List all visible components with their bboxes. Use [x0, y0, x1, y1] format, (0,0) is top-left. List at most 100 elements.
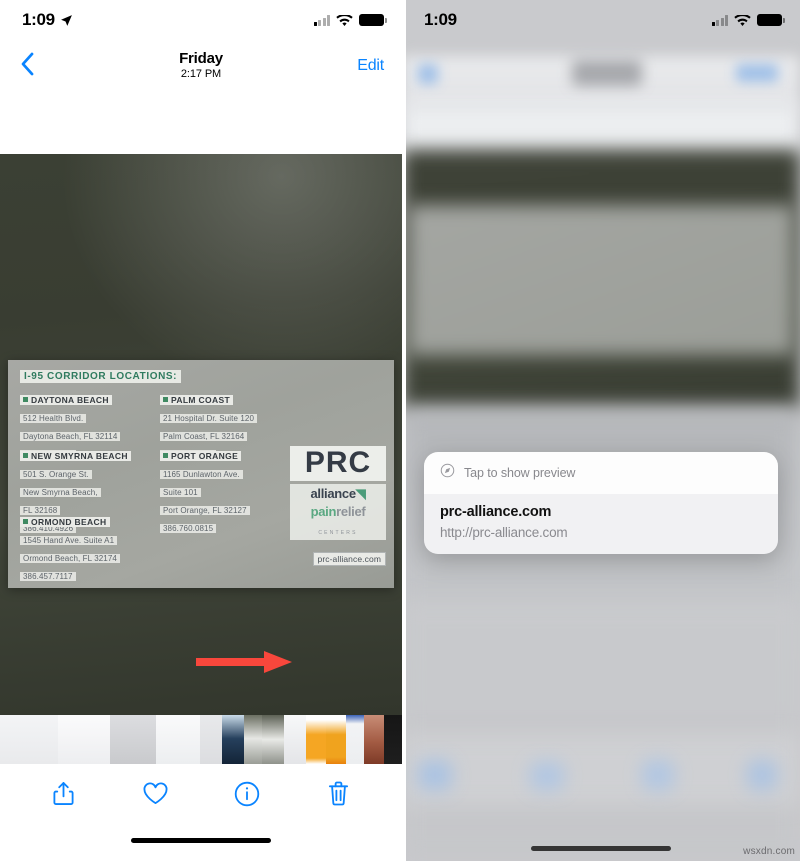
filmstrip-thumbnail[interactable]: [284, 715, 306, 764]
watermark: wsxdn.com: [743, 846, 795, 857]
chevron-left-icon: [20, 52, 34, 81]
right-home-indicator-area: [402, 846, 800, 851]
location-name: PORT ORANGE: [160, 451, 242, 461]
link-preview-hint[interactable]: Tap to show preview: [424, 452, 778, 494]
status-time: 1:09: [22, 10, 55, 29]
status-right: [313, 14, 387, 26]
cellular-signal-icon: [711, 14, 728, 26]
right-status-bar: 1:09: [402, 0, 800, 40]
filmstrip-thumbnail[interactable]: [222, 715, 244, 764]
link-preview-body: prc-alliance.com http://prc-alliance.com: [424, 494, 778, 554]
filmstrip-thumbnail[interactable]: [262, 715, 284, 764]
link-preview-sheet[interactable]: Tap to show preview prc-alliance.com htt…: [424, 452, 778, 554]
info-button[interactable]: [230, 779, 264, 813]
right-phone-screen: 1:09 Tap to show preview prc-alliance.co…: [402, 0, 800, 861]
share-button[interactable]: [47, 779, 81, 813]
battery-full-icon: [359, 14, 387, 26]
logo-wordmark: PRC: [290, 446, 386, 481]
status-left: 1:09: [424, 10, 457, 30]
wifi-icon: [734, 14, 751, 26]
filmstrip-thumbnail[interactable]: [384, 715, 402, 764]
left-status-bar: 1:09: [0, 0, 402, 40]
status-right: [711, 14, 785, 26]
battery-full-icon: [757, 14, 785, 26]
filmstrip-thumbnail[interactable]: [364, 715, 384, 764]
location-line: Daytona Beach, FL 32114: [20, 432, 121, 441]
filmstrip-thumbnail[interactable]: [244, 715, 262, 764]
filmstrip-thumbnail[interactable]: [58, 715, 110, 764]
nav-spacer: [0, 92, 402, 154]
location-line: 501 S. Orange St.: [20, 470, 92, 479]
home-indicator[interactable]: [131, 837, 271, 843]
wifi-icon: [336, 14, 353, 26]
heart-icon: [142, 781, 169, 811]
back-button[interactable]: [14, 52, 40, 81]
logo-subbrand: alliance◥ painrelief CENTERS: [290, 484, 386, 540]
bullet-square-icon: [163, 397, 168, 402]
location-line: 1545 Hand Ave. Suite A1: [20, 536, 118, 545]
location-line: 512 Health Blvd.: [20, 414, 87, 423]
location-line: Ormond Beach, FL 32174: [20, 554, 120, 563]
status-time: 1:09: [424, 10, 457, 29]
link-preview-hint-label: Tap to show preview: [464, 466, 576, 480]
screenshot-stage: 1:09 Friday 2:17 PM Edit I-95 CORRIDOR L…: [0, 0, 800, 861]
prc-logo: PRC alliance◥ painrelief CENTERS: [290, 446, 386, 540]
bullet-square-icon: [23, 397, 28, 402]
filmstrip-thumbnail[interactable]: [306, 715, 326, 764]
link-preview-title: prc-alliance.com: [440, 504, 552, 520]
bullet-square-icon: [23, 519, 28, 524]
favorite-button[interactable]: [138, 779, 172, 813]
location-line: Port Orange, FL 32127: [160, 506, 250, 515]
filmstrip-thumbnail[interactable]: [110, 715, 156, 764]
filmstrip-thumbnail[interactable]: [346, 715, 364, 764]
location-name: PALM COAST: [160, 395, 234, 405]
bullet-square-icon: [23, 453, 28, 458]
location-line: Palm Coast, FL 32164: [160, 432, 248, 441]
photo-filmstrip[interactable]: [0, 715, 402, 764]
detected-link-prc-alliance[interactable]: prc-alliance.com: [312, 552, 386, 566]
filmstrip-thumbnail[interactable]: [326, 715, 346, 764]
blurred-background: [402, 0, 800, 861]
business-card: I-95 CORRIDOR LOCATIONS: DAYTONA BEACH 5…: [8, 360, 394, 588]
panel-divider: [402, 0, 406, 861]
card-location-port-orange: PORT ORANGE 1165 Dunlawton Ave. Suite 10…: [160, 446, 250, 536]
photo-action-toolbar: [0, 764, 402, 828]
home-indicator[interactable]: [531, 846, 671, 851]
photo-viewer[interactable]: I-95 CORRIDOR LOCATIONS: DAYTONA BEACH 5…: [0, 154, 402, 715]
cellular-signal-icon: [313, 14, 330, 26]
bullet-square-icon: [163, 453, 168, 458]
location-line: 1165 Dunlawton Ave.: [160, 470, 243, 479]
logo-centers-line: CENTERS: [318, 530, 358, 536]
location-name: DAYTONA BEACH: [20, 395, 112, 405]
photo-nav-bar: Friday 2:17 PM Edit: [0, 40, 402, 92]
edit-button[interactable]: Edit: [357, 57, 384, 75]
card-heading: I-95 CORRIDOR LOCATIONS:: [20, 370, 182, 383]
delete-button[interactable]: [321, 779, 355, 813]
status-left: 1:09: [22, 10, 73, 30]
location-line: 21 Hospital Dr. Suite 120: [160, 414, 257, 423]
card-location-ormond-beach: ORMOND BEACH 1545 Hand Ave. Suite A1 Orm…: [20, 512, 120, 584]
safari-compass-icon: [440, 463, 455, 483]
location-line: 386.760.0815: [160, 524, 217, 533]
left-phone-screen: 1:09 Friday 2:17 PM Edit I-95 CORRIDOR L…: [0, 0, 402, 861]
location-arrow-icon: [60, 14, 73, 27]
logo-alliance-line: alliance◥: [310, 486, 366, 501]
location-line: Suite 101: [160, 488, 201, 497]
filmstrip-thumbnail[interactable]: [200, 715, 222, 764]
location-line: New Smyrna Beach,: [20, 488, 101, 497]
location-name: NEW SMYRNA BEACH: [20, 451, 131, 461]
filmstrip-thumbnail[interactable]: [156, 715, 200, 764]
logo-painrelief-line: painrelief: [310, 504, 366, 519]
trash-icon: [327, 780, 350, 812]
photo-time: 2:17 PM: [180, 68, 222, 81]
photo-date: Friday: [179, 50, 223, 68]
left-home-indicator-area: [0, 828, 402, 852]
red-arrow-right: [196, 649, 294, 675]
filmstrip-thumbnail[interactable]: [0, 715, 58, 764]
location-line: 386.457.7117: [20, 572, 76, 581]
link-preview-url: http://prc-alliance.com: [440, 525, 568, 540]
info-icon: [234, 781, 260, 812]
location-name: ORMOND BEACH: [20, 517, 110, 527]
share-icon: [52, 780, 75, 812]
photo-title: Friday 2:17 PM: [0, 50, 402, 82]
